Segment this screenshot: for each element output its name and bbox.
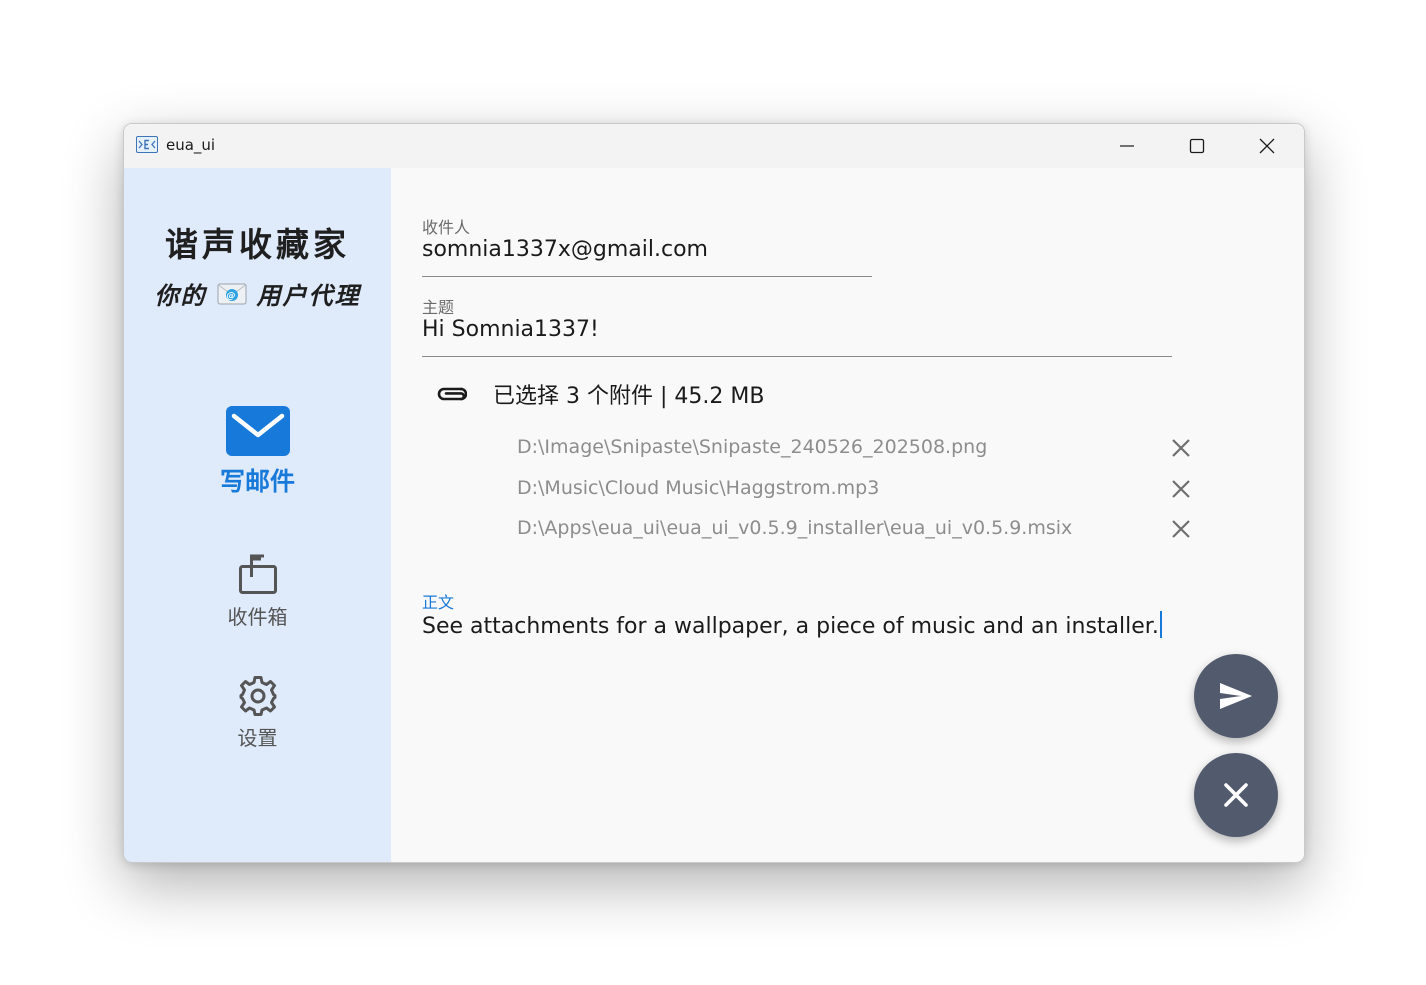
- window-title: eua_ui: [166, 136, 216, 154]
- brand-sub-prefix: 你的: [154, 282, 207, 310]
- close-button[interactable]: [1232, 124, 1302, 168]
- maximize-button[interactable]: [1162, 124, 1232, 168]
- gear-icon: [239, 676, 276, 716]
- body-text: See attachments for a wallpaper, a piece…: [422, 614, 1159, 639]
- body-field[interactable]: See attachments for a wallpaper, a piece…: [422, 611, 1162, 639]
- remove-attachment-icon[interactable]: [1169, 477, 1193, 501]
- to-field[interactable]: somnia1337x@gmail.com: [422, 237, 708, 262]
- nav-item-label: 收件箱: [227, 605, 288, 629]
- nav-item-inbox[interactable]: 收件箱: [124, 553, 391, 630]
- svg-text:@: @: [226, 291, 237, 301]
- subject-label: 主题: [422, 298, 455, 317]
- nav-item-settings[interactable]: 设置: [124, 676, 391, 751]
- attachment-path: D:\Image\Snipaste\Snipaste_240526_202508…: [517, 436, 988, 458]
- close-icon: [1224, 783, 1248, 807]
- to-label: 收件人: [422, 218, 471, 237]
- attachment-item: D:\Image\Snipaste\Snipaste_240526_202508…: [517, 430, 1207, 471]
- minimize-icon: [1120, 145, 1134, 147]
- title-bar[interactable]: eua_ui: [124, 124, 1304, 168]
- remove-attachment-icon[interactable]: [1169, 517, 1193, 541]
- envelope-emoji-icon: @: [217, 283, 246, 304]
- send-button[interactable]: [1194, 654, 1278, 738]
- subject-field-underline: [422, 356, 1172, 357]
- minimize-button[interactable]: [1092, 124, 1162, 168]
- attachment-path: D:\Music\Cloud Music\Haggstrom.mp3: [517, 476, 880, 499]
- send-icon: [1220, 683, 1252, 709]
- sidebar: 谐声收藏家 你的 @ 用户代理 写邮件 收件箱 设置: [124, 168, 391, 862]
- nav-item-label: 写邮件: [219, 467, 295, 496]
- remove-attachment-icon[interactable]: [1169, 436, 1193, 460]
- inbox-icon: [238, 554, 277, 594]
- brand-sub-suffix: 用户代理: [256, 282, 361, 310]
- attachment-item: D:\Apps\eua_ui\eua_ui_v0.5.9_installer\e…: [517, 511, 1207, 552]
- to-field-underline: [422, 276, 872, 277]
- paperclip-icon[interactable]: [435, 385, 467, 403]
- maximize-icon: [1189, 138, 1205, 154]
- text-caret: [1159, 611, 1162, 638]
- compose-panel: 收件人 somnia1337x@gmail.com 主题 Hi Somnia13…: [391, 168, 1304, 862]
- attachment-item: D:\Music\Cloud Music\Haggstrom.mp3: [517, 471, 1207, 512]
- app-icon: [136, 136, 158, 153]
- attachments-summary: 已选择 3 个附件 | 45.2 MB: [493, 384, 765, 409]
- body-label: 正文: [422, 593, 455, 612]
- nav-item-label: 设置: [237, 726, 278, 750]
- close-icon: [1259, 138, 1275, 154]
- nav-item-compose[interactable]: 写邮件: [124, 406, 391, 498]
- attachment-path: D:\Apps\eua_ui\eua_ui_v0.5.9_installer\e…: [517, 517, 1073, 539]
- brand-subtitle: 你的 @ 用户代理: [124, 276, 391, 311]
- subject-field[interactable]: Hi Somnia1337!: [422, 317, 599, 342]
- app-window: eua_ui 谐声收藏家 你的 @ 用户代理 写邮件 收件箱 设置 收件人 so…: [123, 123, 1305, 863]
- mail-icon: [225, 406, 290, 456]
- discard-button[interactable]: [1194, 753, 1278, 837]
- attachments-header: 已选择 3 个附件 | 45.2 MB: [435, 378, 764, 410]
- brand-title: 谐声收藏家: [165, 225, 350, 264]
- attachment-list: D:\Image\Snipaste\Snipaste_240526_202508…: [517, 430, 1207, 552]
